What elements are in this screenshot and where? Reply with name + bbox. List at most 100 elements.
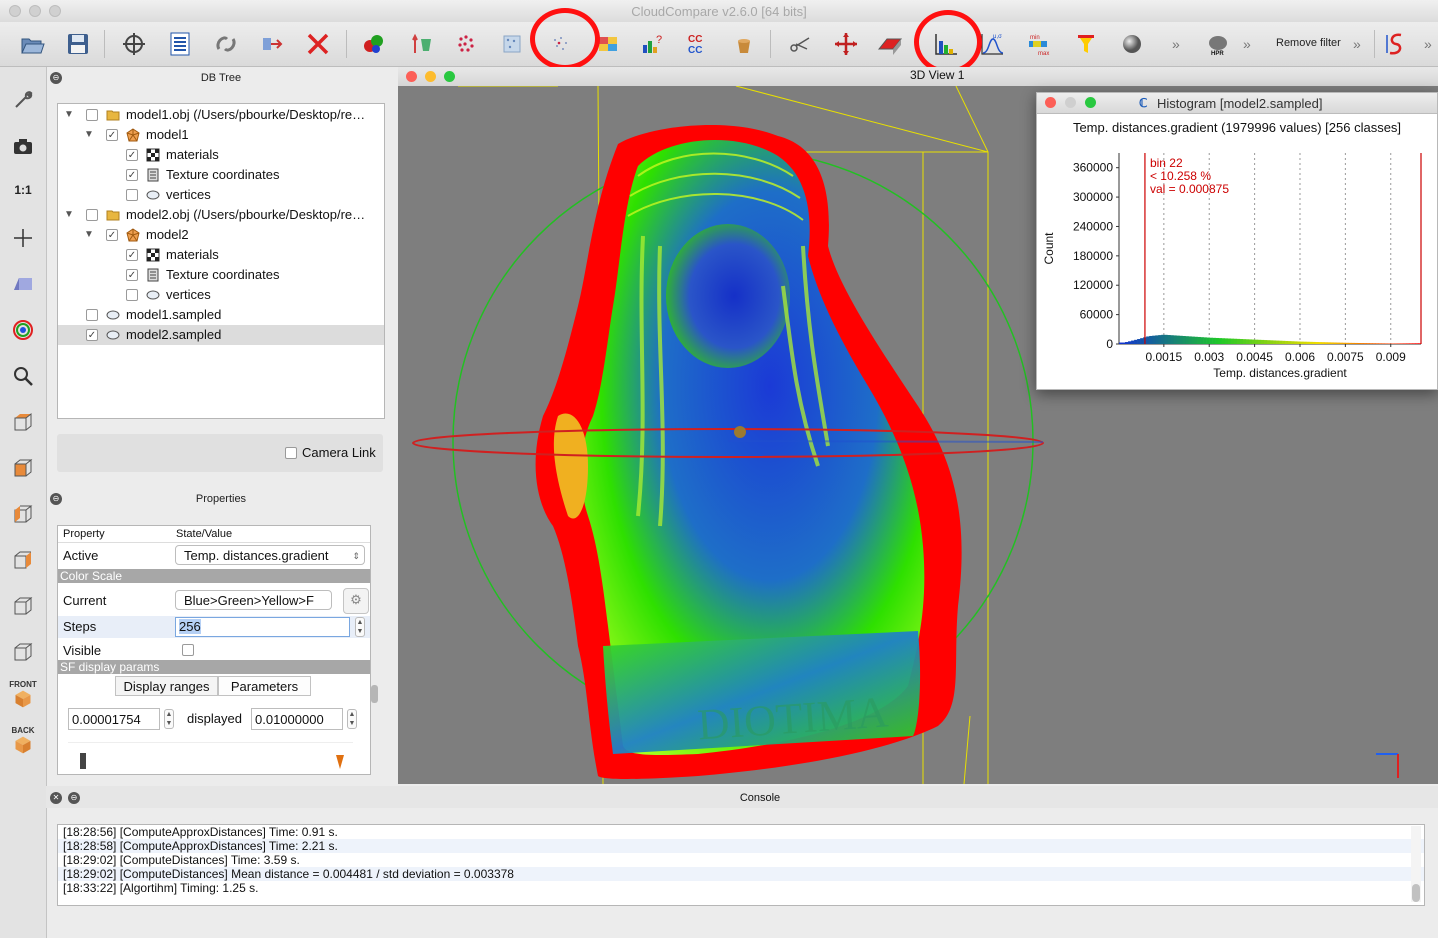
view-bottom-icon[interactable] bbox=[8, 591, 38, 621]
gear-icon[interactable]: ⚙ bbox=[343, 588, 369, 614]
camera-link-checkbox[interactable] bbox=[285, 447, 297, 459]
panel-float-icon[interactable]: ⊖ bbox=[50, 72, 62, 84]
tree-item[interactable]: ✓ Texture coordinates bbox=[58, 165, 384, 185]
tree-item[interactable]: vertices bbox=[58, 185, 384, 205]
filter-icon[interactable] bbox=[1070, 28, 1102, 60]
segment-icon[interactable] bbox=[256, 28, 288, 60]
sphere-icon[interactable] bbox=[1116, 28, 1148, 60]
range-slider-min-handle[interactable] bbox=[80, 753, 86, 769]
zoom-icon[interactable] bbox=[8, 361, 38, 391]
bucket-icon[interactable] bbox=[728, 28, 760, 60]
open-icon[interactable] bbox=[16, 28, 48, 60]
max-value-spinner[interactable]: ▲ ▼ bbox=[347, 709, 357, 729]
minimize-view-icon[interactable] bbox=[425, 71, 436, 82]
scissors-icon[interactable] bbox=[784, 28, 816, 60]
tab-parameters[interactable]: Parameters bbox=[218, 676, 311, 696]
perspective-icon[interactable] bbox=[8, 269, 38, 299]
properties-scrollbar[interactable] bbox=[371, 685, 378, 703]
close-view-icon[interactable] bbox=[406, 71, 417, 82]
expand-arrow-icon[interactable]: ▼ bbox=[64, 205, 74, 225]
minmax-icon[interactable]: min max bbox=[1022, 28, 1054, 60]
remove-filter-button[interactable]: Remove filter bbox=[1276, 37, 1341, 49]
histogram-bar bbox=[1170, 335, 1174, 344]
tree-item[interactable]: ▼ model2.obj (/Users/pbourke/Desktop/re… bbox=[58, 205, 384, 225]
max-value-input[interactable]: 0.01000000 bbox=[251, 708, 343, 730]
merge-icon[interactable] bbox=[358, 28, 390, 60]
overflow-chevron-icon[interactable]: » bbox=[1353, 36, 1361, 52]
console-scroll-thumb[interactable] bbox=[1412, 884, 1420, 902]
view-top-icon[interactable] bbox=[8, 407, 38, 437]
tree-item[interactable]: ▼ model1.obj (/Users/pbourke/Desktop/re… bbox=[58, 105, 384, 125]
expand-arrow-icon[interactable]: ▼ bbox=[64, 105, 74, 125]
tree-item-checkbox[interactable]: ✓ bbox=[126, 249, 138, 261]
tree-item[interactable]: ✓ model2.sampled bbox=[58, 325, 384, 345]
tree-item-checkbox[interactable]: ✓ bbox=[106, 229, 118, 241]
min-value-input[interactable]: 0.00001754 bbox=[68, 708, 160, 730]
tree-item-checkbox[interactable]: ✓ bbox=[126, 269, 138, 281]
tree-item[interactable]: model1.sampled bbox=[58, 305, 384, 325]
rotation-center-icon[interactable] bbox=[8, 315, 38, 345]
tree-item[interactable]: ✓ Texture coordinates bbox=[58, 265, 384, 285]
tab-display-ranges[interactable]: Display ranges bbox=[115, 676, 218, 696]
range-slider[interactable] bbox=[68, 742, 353, 774]
tree-item[interactable]: ✓ materials bbox=[58, 145, 384, 165]
tree-item-checkbox[interactable] bbox=[126, 289, 138, 301]
camera-icon[interactable] bbox=[8, 131, 38, 161]
wrench-icon[interactable] bbox=[8, 85, 38, 115]
save-icon[interactable] bbox=[62, 28, 94, 60]
compare-icon[interactable]: CC CC bbox=[682, 28, 714, 60]
tree-item[interactable]: vertices bbox=[58, 285, 384, 305]
close-histogram-icon[interactable] bbox=[1045, 97, 1056, 108]
tree-item-checkbox[interactable]: ✓ bbox=[126, 169, 138, 181]
overflow-chevron-icon[interactable]: » bbox=[1243, 36, 1251, 52]
minimize-histogram-icon[interactable] bbox=[1065, 97, 1076, 108]
visible-checkbox[interactable] bbox=[182, 644, 194, 656]
tree-item[interactable]: ✓ materials bbox=[58, 245, 384, 265]
maximize-view-icon[interactable] bbox=[444, 71, 455, 82]
stats-icon[interactable]: ? bbox=[636, 28, 668, 60]
tree-item-checkbox[interactable]: ✓ bbox=[86, 329, 98, 341]
view-left-icon[interactable] bbox=[8, 499, 38, 529]
view-front-icon[interactable] bbox=[8, 453, 38, 483]
crosshair-icon[interactable] bbox=[8, 223, 38, 253]
tree-item-checkbox[interactable] bbox=[86, 109, 98, 121]
view-iso-back-icon[interactable]: BACK bbox=[8, 725, 38, 755]
tree-item-checkbox[interactable]: ✓ bbox=[126, 149, 138, 161]
active-sf-select[interactable]: Temp. distances.gradient ⇕ bbox=[175, 545, 365, 565]
delete-icon[interactable] bbox=[302, 28, 334, 60]
align-icon[interactable] bbox=[406, 28, 438, 60]
steps-input[interactable]: 256 bbox=[175, 617, 350, 637]
list-icon[interactable] bbox=[164, 28, 196, 60]
hpr-icon[interactable]: HPR bbox=[1202, 28, 1234, 60]
range-slider-max-handle[interactable] bbox=[336, 755, 344, 769]
link-icon[interactable] bbox=[210, 28, 242, 60]
subsample-icon[interactable] bbox=[496, 28, 528, 60]
maximize-histogram-icon[interactable] bbox=[1085, 97, 1096, 108]
one-to-one-icon[interactable]: 1:1 bbox=[8, 175, 38, 205]
pick-icon[interactable] bbox=[118, 28, 150, 60]
tree-item-checkbox[interactable] bbox=[126, 189, 138, 201]
plane-icon[interactable] bbox=[874, 28, 906, 60]
sample-icon[interactable] bbox=[450, 28, 482, 60]
move-icon[interactable] bbox=[830, 28, 862, 60]
panel-float-icon[interactable]: ⊖ bbox=[50, 493, 62, 505]
console-scrollbar[interactable] bbox=[1411, 826, 1421, 902]
steps-spinner[interactable]: ▲ ▼ bbox=[355, 617, 365, 637]
overflow-chevron-icon[interactable]: » bbox=[1424, 36, 1432, 52]
sf-icon[interactable] bbox=[1380, 28, 1412, 60]
tree-item-checkbox[interactable]: ✓ bbox=[106, 129, 118, 141]
console-log[interactable]: [18:28:56] [ComputeApproxDistances] Time… bbox=[57, 824, 1425, 906]
overflow-chevron-icon[interactable]: » bbox=[1172, 36, 1180, 52]
min-value-spinner[interactable]: ▲ ▼ bbox=[164, 709, 174, 729]
tree-item[interactable]: ▼ ✓ model2 bbox=[58, 225, 384, 245]
view-iso-front-icon[interactable]: FRONT bbox=[8, 679, 38, 709]
expand-arrow-icon[interactable]: ▼ bbox=[84, 125, 94, 145]
expand-arrow-icon[interactable]: ▼ bbox=[84, 225, 94, 245]
color-scale-select[interactable]: Blue>Green>Yellow>F bbox=[175, 590, 332, 610]
tree-item-checkbox[interactable] bbox=[86, 209, 98, 221]
view-right-icon[interactable] bbox=[8, 545, 38, 575]
tree-item-checkbox[interactable] bbox=[86, 309, 98, 321]
tree-item[interactable]: ▼ ✓ model1 bbox=[58, 125, 384, 145]
histogram-chart[interactable]: 360000 300000 240000 180000 120000 60000 0 0.00… bbox=[1037, 137, 1437, 387]
view-back-icon[interactable] bbox=[8, 637, 38, 667]
